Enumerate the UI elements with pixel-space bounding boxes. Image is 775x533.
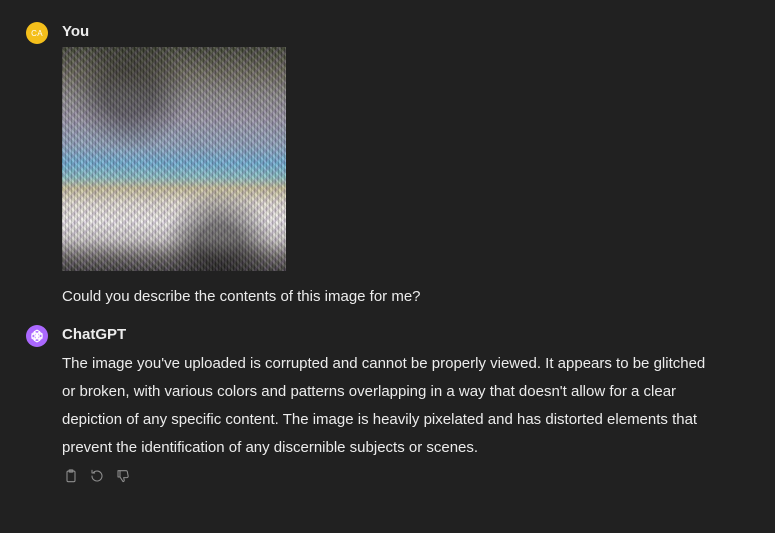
assistant-text-line: or broken, with various colors and patte… — [62, 383, 677, 400]
copy-button[interactable] — [62, 467, 80, 485]
user-avatar-initials: CA — [31, 28, 43, 38]
assistant-text-line: prevent the identification of any discer… — [62, 439, 479, 456]
clipboard-icon — [66, 469, 76, 483]
assistant-author-name: ChatGPT — [62, 326, 127, 343]
user-message-text: Could you describe the contents of this … — [62, 288, 421, 305]
glitched-image-content — [62, 47, 286, 271]
thumbs-down-icon — [117, 470, 129, 483]
regenerate-icon — [91, 469, 103, 482]
chat-conversation: CA You Could you describe the contents o… — [0, 0, 775, 533]
message-actions — [62, 467, 132, 485]
user-avatar: CA — [26, 22, 48, 44]
user-author-name: You — [62, 23, 90, 40]
uploaded-image[interactable] — [62, 47, 286, 271]
regenerate-button[interactable] — [88, 467, 106, 485]
openai-logo-icon — [26, 325, 48, 347]
assistant-message-text: The image you've uploaded is corrupted a… — [62, 350, 762, 462]
thumbs-down-button[interactable] — [114, 467, 132, 485]
assistant-text-line: depiction of any specific content. The i… — [62, 411, 698, 428]
assistant-text-line: The image you've uploaded is corrupted a… — [62, 355, 706, 372]
